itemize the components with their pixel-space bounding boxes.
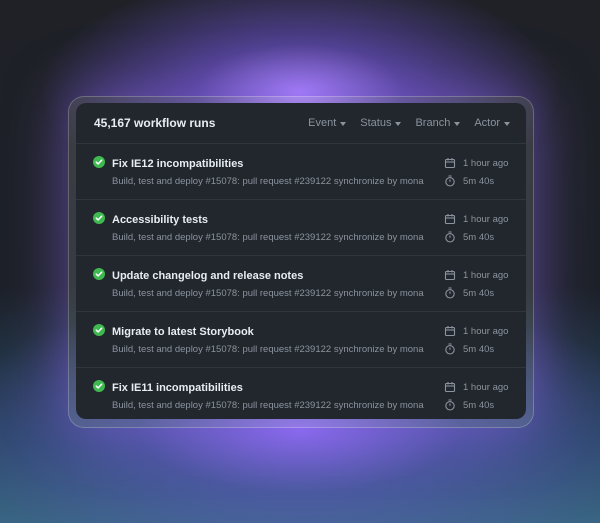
run-time-label: 1 hour ago [463, 213, 509, 225]
run-duration: 5m 40s [444, 343, 494, 355]
actor-filter[interactable]: Actor [474, 117, 510, 129]
caret-down-icon [454, 121, 461, 126]
filter-bar: Event Status Branch Actor [308, 117, 510, 129]
run-duration: 5m 40s [444, 175, 494, 187]
check-circle-icon [93, 156, 105, 168]
run-title[interactable]: Fix IE11 incompatibilities [112, 382, 243, 394]
calendar-icon [444, 325, 456, 337]
run-row[interactable]: Accessibility tests Build, test and depl… [76, 200, 526, 256]
run-count: 45,167 workflow runs [94, 116, 216, 130]
caret-down-icon [395, 121, 402, 126]
status-filter[interactable]: Status [360, 117, 402, 129]
workflow-runs-panel: 45,167 workflow runs Event Status Branch… [76, 103, 526, 419]
run-time: 1 hour ago [444, 213, 508, 225]
run-list: Fix IE12 incompatibilities Build, test a… [76, 144, 526, 419]
run-subtitle: Build, test and deploy #15078: pull requ… [112, 344, 424, 355]
run-title[interactable]: Update changelog and release notes [112, 270, 303, 282]
stopwatch-icon [444, 175, 456, 187]
run-row[interactable]: Fix IE12 incompatibilities Build, test a… [76, 144, 526, 200]
run-title[interactable]: Fix IE12 incompatibilities [112, 158, 243, 170]
run-time: 1 hour ago [444, 269, 508, 281]
run-row[interactable]: Migrate to latest Storybook Build, test … [76, 312, 526, 368]
run-subtitle: Build, test and deploy #15078: pull requ… [112, 232, 424, 243]
check-circle-icon [93, 268, 105, 280]
run-duration: 5m 40s [444, 399, 494, 411]
run-time: 1 hour ago [444, 157, 508, 169]
stopwatch-icon [444, 343, 456, 355]
panel-header: 45,167 workflow runs Event Status Branch… [76, 103, 526, 144]
run-subtitle: Build, test and deploy #15078: pull requ… [112, 400, 424, 411]
run-time: 1 hour ago [444, 381, 508, 393]
event-filter[interactable]: Event [308, 117, 347, 129]
run-time-label: 1 hour ago [463, 157, 509, 169]
run-subtitle: Build, test and deploy #15078: pull requ… [112, 288, 424, 299]
calendar-icon [444, 157, 456, 169]
run-duration-label: 5m 40s [463, 287, 495, 299]
check-circle-icon [93, 212, 105, 224]
caret-down-icon [504, 121, 510, 126]
run-row[interactable]: Fix IE11 incompatibilities Build, test a… [76, 368, 526, 419]
run-row[interactable]: Update changelog and release notes Build… [76, 256, 526, 312]
stopwatch-icon [444, 287, 456, 299]
caret-down-icon [340, 121, 347, 126]
check-circle-icon [93, 380, 105, 392]
event-filter-label: Event [308, 117, 337, 129]
run-time-label: 1 hour ago [463, 269, 509, 281]
calendar-icon [444, 269, 456, 281]
run-time: 1 hour ago [444, 325, 508, 337]
branch-filter[interactable]: Branch [415, 117, 461, 129]
run-duration: 5m 40s [444, 231, 494, 243]
calendar-icon [444, 381, 456, 393]
run-duration-label: 5m 40s [463, 175, 495, 187]
run-duration-label: 5m 40s [463, 231, 495, 243]
stopwatch-icon [444, 231, 456, 243]
branch-filter-label: Branch [415, 117, 451, 129]
run-duration-label: 5m 40s [463, 399, 495, 411]
run-time-label: 1 hour ago [463, 381, 509, 393]
check-circle-icon [93, 324, 105, 336]
run-time-label: 1 hour ago [463, 325, 509, 337]
actor-filter-label: Actor [474, 117, 500, 129]
run-title[interactable]: Accessibility tests [112, 214, 208, 226]
run-title[interactable]: Migrate to latest Storybook [112, 326, 254, 338]
run-duration: 5m 40s [444, 287, 494, 299]
stopwatch-icon [444, 399, 456, 411]
run-duration-label: 5m 40s [463, 343, 495, 355]
run-subtitle: Build, test and deploy #15078: pull requ… [112, 176, 424, 187]
calendar-icon [444, 213, 456, 225]
status-filter-label: Status [360, 117, 392, 129]
